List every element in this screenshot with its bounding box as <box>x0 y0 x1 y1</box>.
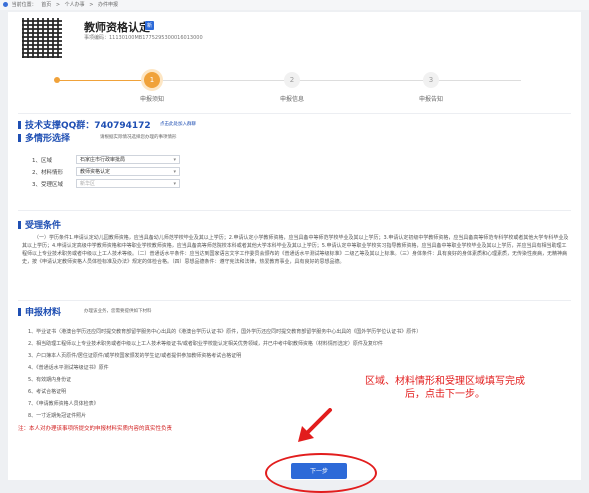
step-1: 1 <box>144 72 160 88</box>
material-item: 4、《普通话水平测试等级证书》原件 <box>28 365 109 371</box>
material-item: 7、《申请教师资格人员体检表》 <box>28 401 99 407</box>
materials-hint: 办理该业务，您需要提供如下材料 <box>84 309 152 314</box>
chevron-down-icon: ▾ <box>173 181 176 187</box>
item-code: 事项编码：11130100MB1775295300016013000 <box>84 35 203 41</box>
page-title: 教师资格认定 <box>84 21 150 34</box>
step-track-done <box>56 80 156 81</box>
breadcrumb-sep: > <box>89 2 94 8</box>
material-item: 2、相当助理工程师以上专业技术职务或者中级以上工人技术等级证书/或者职业学校能认… <box>28 341 383 347</box>
situation-title: 多情形选择 <box>18 131 70 144</box>
next-step-button[interactable]: 下一步 <box>291 463 347 479</box>
section-bar-icon <box>18 308 21 316</box>
chevron-down-icon: ▾ <box>173 157 176 163</box>
breadcrumb-prefix: 当前位置： <box>11 2 37 8</box>
join-group-link[interactable]: 点击此处加入群聊 <box>160 121 196 127</box>
responsibility-note: 注：本人对办理该事项所提交的申报材料实质内容的真实性负责 <box>18 426 173 432</box>
accept-area-label: 3、受理区域 <box>32 182 63 188</box>
situation-hint: 请根据实际情况选择您办理的事项情形 <box>100 135 177 140</box>
breadcrumb-current: 办件申报 <box>98 2 119 8</box>
material-item: 3、户口簿本人页原件/居住证原件/或学校国家颁发的学生证/或者提供参加教师资格考… <box>28 353 242 359</box>
breadcrumb-personal[interactable]: 个人办事 <box>65 2 85 8</box>
qr-code-icon <box>22 18 62 58</box>
divider <box>18 210 571 211</box>
step-2: 2 <box>284 72 300 88</box>
arrow-down-icon <box>298 408 332 442</box>
step-1-label: 申报须知 <box>139 96 164 103</box>
step-start-dot <box>54 77 60 83</box>
material-item: 1、毕业证书（港澳台学历还应同时提交教育部留学服务中心出具的《港澳台学历认证书》… <box>28 329 422 335</box>
conditions-title: 受理条件 <box>18 218 61 231</box>
instruction-annotation: 区域、材料情形和受理区域填写完成后，点击下一步。 <box>365 376 525 400</box>
material-item: 8、一寸近期免冠证件照片 <box>28 413 87 419</box>
divider <box>18 300 571 301</box>
material-select[interactable]: 教师资格认定 ▾ <box>76 167 180 176</box>
material-label: 2、材料情形 <box>32 170 63 176</box>
step-3: 3 <box>423 72 439 88</box>
material-item: 6、考试合格证明 <box>28 389 67 395</box>
breadcrumb: 当前位置： 首页 > 个人办事 > 办件申报 <box>0 0 589 10</box>
step-3-label: 申报告知 <box>418 96 443 103</box>
region-select[interactable]: 石家庄市行政审批局 ▾ <box>76 155 180 164</box>
new-badge: 新 <box>145 21 155 30</box>
progress-steps: 1 申报须知 2 申报信息 3 申报告知 <box>8 66 581 106</box>
breadcrumb-sep: > <box>55 2 61 8</box>
main-card: 教师资格认定 新 事项编码：11130100MB1775295300016013… <box>8 12 581 493</box>
location-icon <box>3 2 8 7</box>
section-bar-icon <box>18 221 21 229</box>
section-bar-icon <box>18 134 21 142</box>
divider <box>18 113 571 114</box>
region-label: 1、区域 <box>32 158 52 164</box>
conditions-text: （一）学历条件1.申请认定幼儿园教师资格，应当具备幼儿师范学校毕业及其以上学历；… <box>22 235 569 265</box>
chevron-down-icon: ▾ <box>173 169 176 175</box>
material-item: 5、有效期内身份证 <box>28 377 72 383</box>
step-2-label: 申报信息 <box>279 96 304 103</box>
section-bar-icon <box>18 121 21 129</box>
materials-title: 申报材料 <box>18 305 61 318</box>
accept-area-select[interactable]: 新华区 ▾ <box>76 179 180 188</box>
breadcrumb-home[interactable]: 首页 <box>41 2 51 8</box>
support-title: 技术支撑QQ群：740794172 <box>18 118 151 131</box>
